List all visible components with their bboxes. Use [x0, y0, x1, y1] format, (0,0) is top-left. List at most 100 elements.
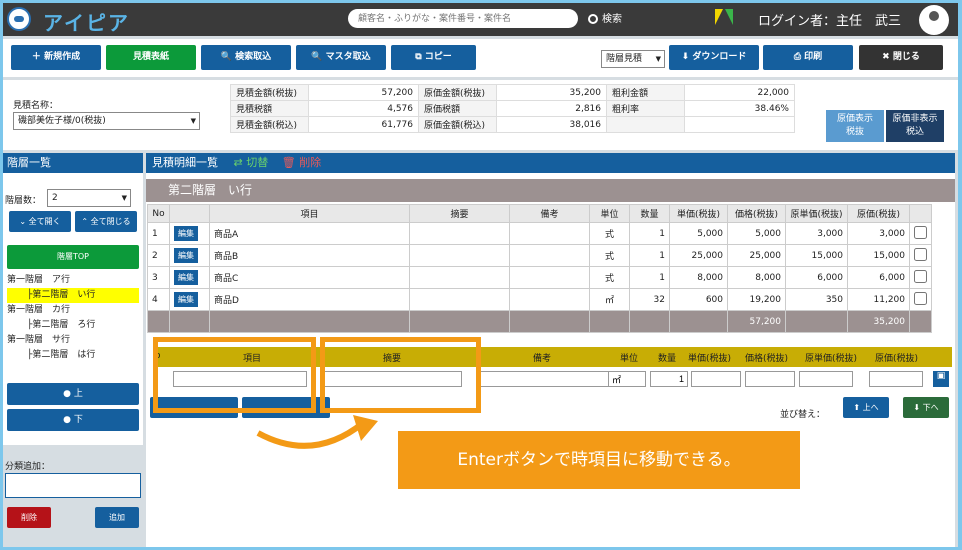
- sort-down-label: 下へ: [922, 403, 939, 412]
- sort-down-button[interactable]: ⬇ 下へ: [903, 397, 949, 418]
- summary-cell: [684, 116, 795, 133]
- table-cell: 32: [629, 288, 670, 311]
- column-header: No: [147, 204, 170, 223]
- avatar[interactable]: [919, 5, 949, 35]
- table-row: 4 編集 商品D ㎡ 32 600 19,200 350 11,200: [147, 288, 932, 311]
- mascot-logo-icon: [7, 7, 31, 31]
- move-down-label: 下: [73, 415, 83, 425]
- row-checkbox[interactable]: [914, 225, 927, 239]
- curved-arrow-icon: [256, 415, 378, 449]
- sidebar-layer-item[interactable]: ├第二階層 ろ行: [7, 318, 139, 333]
- total-cell: [589, 310, 630, 333]
- table-cell: [509, 244, 590, 267]
- close-button[interactable]: ✖ 閉じる: [859, 45, 943, 70]
- layer-top-button[interactable]: 階層TOP: [7, 245, 139, 269]
- switch-button[interactable]: ⇄ 切替: [234, 156, 269, 169]
- open-all-button[interactable]: ⌄ 全て開く: [9, 211, 71, 232]
- sidebar-title: 階層一覧: [3, 153, 143, 173]
- table-cell: 25,000: [669, 244, 728, 267]
- move-up-button[interactable]: ● 上: [7, 383, 139, 405]
- edit-button[interactable]: 編集: [174, 248, 198, 263]
- category-input[interactable]: [5, 473, 141, 498]
- input-column-header: 数量: [658, 354, 677, 364]
- row-checkbox[interactable]: [914, 247, 927, 261]
- table-cell: 5,000: [669, 222, 728, 245]
- edit-button[interactable]: 編集: [174, 270, 198, 285]
- search-button-label: 検索: [602, 14, 622, 25]
- summary-cell: 粗利率: [606, 100, 685, 117]
- qty-input[interactable]: [650, 371, 688, 387]
- unit-input[interactable]: [608, 371, 646, 387]
- price-input[interactable]: [745, 371, 795, 387]
- table-cell: 1: [629, 244, 670, 267]
- total-cell: [909, 310, 932, 333]
- search-icon: [588, 14, 598, 24]
- table-cell: 8,000: [669, 266, 728, 289]
- table-cell: 3,000: [847, 222, 910, 245]
- table-cell: 式: [589, 266, 630, 289]
- summary-row: 見積金額(税込) 61,776 原価金額(税込) 38,016: [230, 116, 795, 133]
- copy-button[interactable]: ⧉ コピー: [391, 45, 476, 70]
- estimate-name-select[interactable]: 磯部美佐子様/0(税抜): [13, 112, 200, 130]
- delete-label: 削除: [299, 156, 322, 169]
- print-button[interactable]: ⎙ 印刷: [763, 45, 853, 70]
- summary-table: 見積金額(税抜) 57,200 原価金額(税抜) 35,200 粗利金額 22,000 見積…: [230, 84, 795, 133]
- table-cell: 編集: [169, 266, 210, 289]
- column-header: 数量: [629, 204, 670, 223]
- table-cell: 6,000: [847, 266, 910, 289]
- summary-row: 見積税額 4,576 原価税額 2,816 粗利率 38.46%: [230, 100, 795, 117]
- cost-input[interactable]: [869, 371, 923, 387]
- sidebar-layer-item[interactable]: 第一階層 ア行: [7, 273, 139, 288]
- download-button[interactable]: ⬇ ダウンロード: [669, 45, 759, 70]
- search-button[interactable]: 検索: [588, 10, 622, 25]
- row-checkbox[interactable]: [914, 291, 927, 305]
- checkbox-cell: [909, 244, 932, 267]
- table-cell: [509, 266, 590, 289]
- unit-price-input[interactable]: [691, 371, 741, 387]
- move-down-button[interactable]: ● 下: [7, 409, 139, 431]
- summary-cell: 4,576: [308, 100, 419, 117]
- close-all-button[interactable]: ⌃ 全て閉じる: [75, 211, 137, 232]
- login-user: ログイン者：主任 武三: [758, 14, 902, 29]
- delete-category-button[interactable]: 削除: [7, 507, 51, 528]
- summary-cell: 原価金額(税抜): [418, 84, 497, 101]
- sort-up-button[interactable]: ⬆ 上へ: [843, 397, 889, 418]
- print-label: 印刷: [804, 52, 823, 62]
- new-button[interactable]: ＋ 新規作成: [11, 45, 101, 70]
- edit-button[interactable]: 編集: [174, 292, 198, 307]
- search-import-button[interactable]: 🔍 検索取込: [201, 45, 291, 70]
- table-cell: 25,000: [727, 244, 786, 267]
- estimate-name-label: 見積名称：: [13, 101, 59, 111]
- layer-select[interactable]: 階層見積: [601, 50, 665, 68]
- layer-count-select[interactable]: 2: [47, 189, 131, 207]
- summary-cell: 38,016: [496, 116, 607, 133]
- search-input[interactable]: [348, 9, 578, 28]
- show-cost-button[interactable]: 原価表示 税抜: [826, 110, 884, 142]
- close-label: 閉じる: [892, 52, 920, 62]
- table-cell: 商品B: [209, 244, 410, 267]
- remark-input[interactable]: [479, 371, 609, 387]
- table-cell: 350: [785, 288, 848, 311]
- master-import-button[interactable]: 🔍 マスタ取込: [296, 45, 386, 70]
- delete-button[interactable]: 🗑 削除: [282, 156, 321, 169]
- table-cell: 3,000: [785, 222, 848, 245]
- hide-cost-button[interactable]: 原価非表示 税込: [886, 110, 944, 142]
- sidebar-layer-item[interactable]: 第一階層 サ行: [7, 333, 139, 348]
- sheet-button[interactable]: 見積表紙: [106, 45, 196, 70]
- table-cell: [509, 222, 590, 245]
- add-category-button[interactable]: 追加: [95, 507, 139, 528]
- edit-button[interactable]: 編集: [174, 226, 198, 241]
- app-frame: アイピア 検索 ログイン者：主任 武三 ＋ 新規作成 見積表紙 🔍 検索取込 🔍…: [3, 3, 958, 547]
- table-cell: 編集: [169, 222, 210, 245]
- row-checkbox[interactable]: [914, 269, 927, 283]
- cost-unit-input[interactable]: [799, 371, 853, 387]
- table-cell: 商品D: [209, 288, 410, 311]
- column-header: 単価(税抜): [669, 204, 728, 223]
- sidebar-layer-item[interactable]: ├第二階層 い行: [7, 288, 139, 303]
- save-icon[interactable]: ▣: [933, 371, 949, 387]
- input-column-header: 原価(税抜): [875, 354, 919, 364]
- summary-cell: 61,776: [308, 116, 419, 133]
- total-cell: 35,200: [847, 310, 910, 333]
- sidebar-layer-item[interactable]: 第一階層 カ行: [7, 303, 139, 318]
- sidebar-layer-item[interactable]: ├第二階層 は行: [7, 348, 139, 363]
